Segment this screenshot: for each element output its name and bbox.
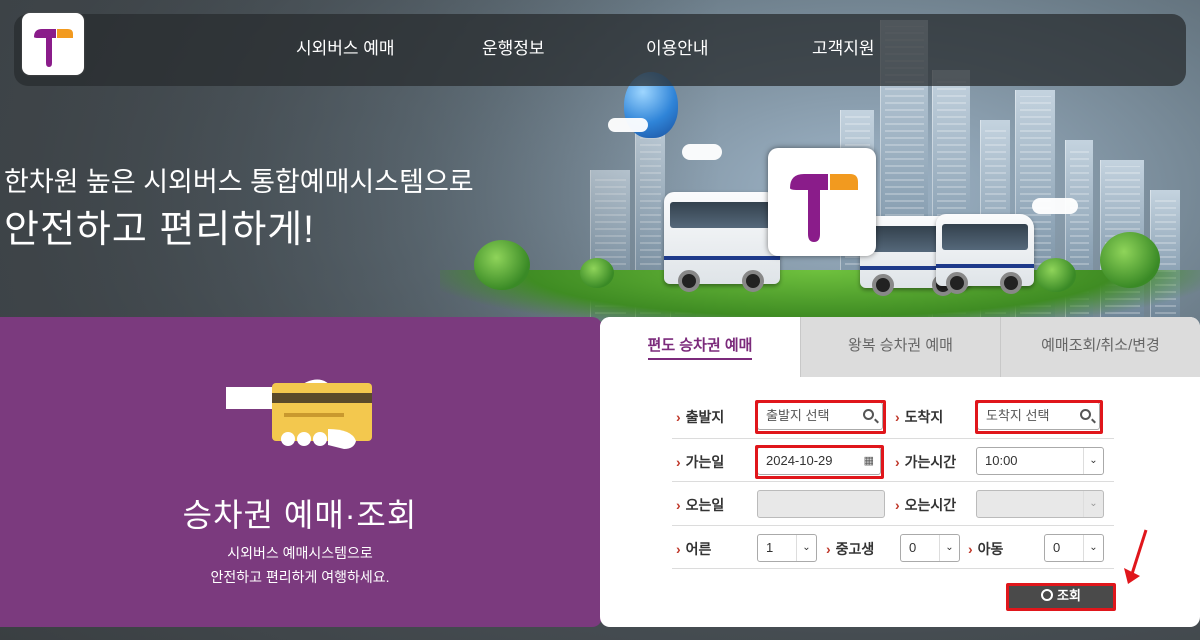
promo-subtitle-line1: 시외버스 예매시스템으로 xyxy=(227,545,373,561)
brand-logo-large xyxy=(768,148,876,256)
cloud-image xyxy=(682,144,722,160)
teen-count-value: 0 xyxy=(909,540,917,555)
arrival-label: 도착지 xyxy=(895,407,944,427)
tree-image xyxy=(1100,232,1160,288)
chevron-down-icon: ⌄ xyxy=(1083,491,1103,517)
promo-title: 승차권 예매·조회 xyxy=(182,497,418,533)
tree-image xyxy=(580,258,614,288)
adult-count-value: 1 xyxy=(766,540,774,555)
bus-image xyxy=(664,192,780,292)
red-arrow-annotation xyxy=(1124,529,1148,584)
chevron-down-icon: ⌄ xyxy=(1083,535,1103,561)
tree-image xyxy=(474,240,530,290)
cloud-image xyxy=(608,118,648,132)
departure-label: 출발지 xyxy=(676,407,725,427)
chevron-down-icon: ⌄ xyxy=(939,535,959,561)
hero-tagline-line1: 한차원 높은 시외버스 통합예매시스템으로 xyxy=(4,167,474,197)
tab-label: 편도 승차권 예매 xyxy=(647,337,753,360)
return-time-label: 오는시간 xyxy=(895,495,957,515)
row-divider xyxy=(672,438,1114,439)
chevron-down-icon: ⌄ xyxy=(1083,448,1103,474)
cloud-image xyxy=(1032,198,1078,214)
go-date-label: 가는일 xyxy=(676,452,725,472)
highlight-box xyxy=(755,400,886,434)
adult-label: 어른 xyxy=(676,539,712,559)
ticket-booking-panel: 편도 승차권 예매 왕복 승차권 예매 예매조회/취소/변경 xyxy=(600,317,1200,627)
child-count-select[interactable]: 0 ⌄ xyxy=(1044,534,1104,562)
bus-image xyxy=(936,214,1034,294)
return-date-label: 오는일 xyxy=(676,495,725,515)
site-logo[interactable] xyxy=(22,13,84,75)
hero-tagline-line2: 안전하고 편리하게! xyxy=(4,209,315,251)
go-time-value: 10:00 xyxy=(985,453,1018,468)
tab-booking-lookup[interactable]: 예매조회/취소/변경 xyxy=(1000,317,1200,377)
chevron-down-icon: ⌄ xyxy=(796,535,816,561)
go-time-select[interactable]: 10:00 ⌄ xyxy=(976,447,1104,475)
highlight-box xyxy=(975,400,1103,434)
return-date-field xyxy=(757,490,885,518)
adult-count-select[interactable]: 1 ⌄ xyxy=(757,534,817,562)
nav-item-usage-guide[interactable]: 이용안내 xyxy=(646,34,709,59)
promo-subtitle-line2: 안전하고 편리하게 여행하세요. xyxy=(210,569,390,585)
child-label: 아동 xyxy=(968,539,1004,559)
top-nav-bar xyxy=(14,14,1186,86)
highlight-box xyxy=(1006,583,1116,611)
tab-label: 왕복 승차권 예매 xyxy=(848,337,953,354)
row-divider xyxy=(672,525,1114,526)
tree-image xyxy=(1036,258,1076,292)
highlight-box xyxy=(755,445,884,479)
tab-round-trip-booking[interactable]: 왕복 승차권 예매 xyxy=(800,317,1000,377)
nav-item-intercity-booking[interactable]: 시외버스 예매 xyxy=(296,34,395,59)
tab-one-way-booking[interactable]: 편도 승차권 예매 xyxy=(600,317,800,377)
nav-item-customer-support[interactable]: 고객지원 xyxy=(812,34,875,59)
row-divider xyxy=(672,568,1114,569)
tab-label: 예매조회/취소/변경 xyxy=(1041,337,1160,354)
return-time-select: ⌄ xyxy=(976,490,1104,518)
teen-count-select[interactable]: 0 ⌄ xyxy=(900,534,960,562)
teen-label: 중고생 xyxy=(826,539,875,559)
go-time-label: 가는시간 xyxy=(895,452,957,472)
row-divider xyxy=(672,481,1114,482)
child-count-value: 0 xyxy=(1053,540,1061,555)
promo-panel: 승차권 예매·조회 시외버스 예매시스템으로 안전하고 편리하게 여행하세요. xyxy=(0,317,602,627)
nav-item-schedule-info[interactable]: 운행정보 xyxy=(482,34,545,59)
ticket-card-icon xyxy=(226,365,376,459)
